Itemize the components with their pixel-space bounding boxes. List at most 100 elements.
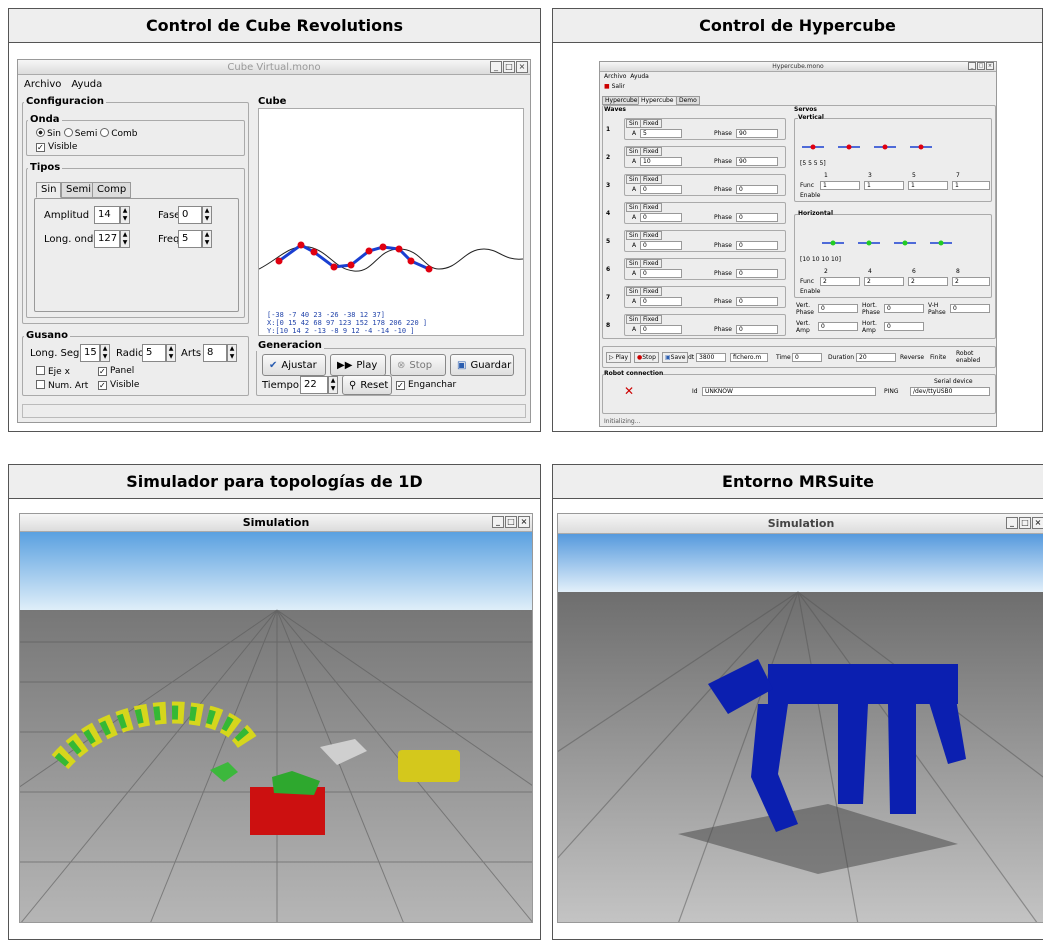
ajustar-button[interactable]: ✔ Ajustar [262,354,326,376]
wave-fixed-button[interactable]: Fixed [640,119,662,128]
v-func-input[interactable]: 1 [952,181,990,190]
wave-phase-input[interactable]: 0 [736,241,778,250]
freq-input[interactable]: 5 [178,230,202,248]
file-input[interactable]: fichero.m [730,353,768,362]
wave-a-input[interactable]: 0 [640,213,682,222]
maximize-button[interactable]: □ [1019,517,1031,529]
maximize-button[interactable]: □ [505,516,517,528]
long-seg-input[interactable]: 15 [80,344,100,362]
wave-a-input[interactable]: 0 [640,185,682,194]
hort-amp-input[interactable]: 0 [884,322,924,331]
fase-input[interactable]: 0 [178,206,202,224]
window-titlebar[interactable]: Hypercube.mono _ □ × [600,62,996,72]
3d-viewport[interactable] [20,532,532,922]
arts-input[interactable]: 8 [203,344,227,362]
enganchar-checkbox[interactable]: ✓ Enganchar [396,380,456,390]
tab-demo[interactable]: Demo [676,96,700,105]
ping-checkbox[interactable]: PING [884,388,899,395]
close-button[interactable]: × [986,62,994,70]
robot-enabled-checkbox[interactable]: Robot enabled [956,350,994,364]
duration-input[interactable]: 20 [856,353,896,362]
wave-sin-button[interactable]: Sin [626,203,642,212]
wave-phase-input[interactable]: 0 [736,325,778,334]
amplitud-input[interactable]: 14 [94,206,120,224]
wave-sin-button[interactable]: Sin [626,259,642,268]
menu-archivo[interactable]: Archivo [24,79,61,90]
dt-input[interactable]: 3800 [696,353,726,362]
fase-spin[interactable]: ▲ ▼ [202,206,212,224]
save-button[interactable]: ▣Save [662,352,689,363]
tiempo-spin[interactable]: ▲ ▼ [328,376,338,394]
vh-phase-input[interactable]: 0 [950,304,990,313]
reset-button[interactable]: ⚲ Reset [342,375,392,395]
minimize-button[interactable]: _ [492,516,504,528]
time-input[interactable]: 0 [792,353,822,362]
close-button[interactable]: × [1032,517,1043,529]
stop-button[interactable]: ●Stop [634,352,659,363]
wave-fixed-button[interactable]: Fixed [640,287,662,296]
v-func-input[interactable]: 1 [820,181,860,190]
menu-ayuda[interactable]: Ayuda [71,79,102,90]
menu-archivo[interactable]: Archivo [604,73,626,80]
vert-amp-input[interactable]: 0 [818,322,858,331]
tab-comp[interactable]: Comp [92,182,132,198]
minimize-button[interactable]: _ [490,61,502,73]
window-titlebar[interactable]: Simulation _ □ × [558,514,1043,534]
reverse-checkbox[interactable]: Reverse [900,354,924,361]
maximize-button[interactable]: □ [503,61,515,73]
long-onda-input[interactable]: 127 [94,230,120,248]
wave-sin-button[interactable]: Sin [626,287,642,296]
wave-fixed-button[interactable]: Fixed [640,147,662,156]
wave-sin-button[interactable]: Sin [626,315,642,324]
v-func-input[interactable]: 1 [908,181,948,190]
guardar-button[interactable]: ▣ Guardar [450,354,514,376]
minimize-button[interactable]: _ [968,62,976,70]
wave-sin-button[interactable]: Sin [626,231,642,240]
radio-comb[interactable]: Comb [100,128,137,139]
wave-phase-input[interactable]: 0 [736,185,778,194]
wave-phase-input[interactable]: 0 [736,297,778,306]
radio-spin[interactable]: ▲ ▼ [166,344,176,362]
tab-semi[interactable]: Semi [61,182,97,198]
h-func-input[interactable]: 2 [864,277,904,286]
wave-fixed-button[interactable]: Fixed [640,315,662,324]
wave-sin-button[interactable]: Sin [626,175,642,184]
long-seg-spin[interactable]: ▲ ▼ [100,344,110,362]
wave-a-input[interactable]: 0 [640,297,682,306]
h-func-input[interactable]: 2 [952,277,990,286]
h-func-input[interactable]: 2 [908,277,948,286]
eje-x-checkbox[interactable]: Eje x [36,366,70,377]
play-button[interactable]: ▶▶ Play [330,354,386,376]
wave-fixed-button[interactable]: Fixed [640,231,662,240]
wave-sin-button[interactable]: Sin [626,119,642,128]
visible-checkbox[interactable]: ✓ Visible [36,142,77,152]
vert-phase-input[interactable]: 0 [818,304,858,313]
close-button[interactable]: × [516,61,528,73]
3d-viewport[interactable] [558,534,1043,922]
minimize-button[interactable]: _ [1006,517,1018,529]
close-button[interactable]: × [518,516,530,528]
wave-phase-input[interactable]: 90 [736,129,778,138]
wave-a-input[interactable]: 0 [640,269,682,278]
amplitud-spin[interactable]: ▲ ▼ [120,206,130,224]
radio-input[interactable]: 5 [142,344,166,362]
wave-phase-input[interactable]: 0 [736,213,778,222]
play-button[interactable]: ▷ Play [606,352,632,363]
arts-spin[interactable]: ▲ ▼ [227,344,237,362]
maximize-button[interactable]: □ [977,62,985,70]
wave-a-input[interactable]: 10 [640,157,682,166]
menu-ayuda[interactable]: Ayuda [630,73,649,80]
tiempo-input[interactable]: 22 [300,376,328,394]
window-titlebar[interactable]: Cube Virtual.mono _ □ × [18,60,530,75]
wave-sin-button[interactable]: Sin [626,147,642,156]
freq-spin[interactable]: ▲ ▼ [202,230,212,248]
stop-button[interactable]: ⊗ Stop [390,354,446,376]
long-onda-spin[interactable]: ▲ ▼ [120,230,130,248]
hort-phase-input[interactable]: 0 [884,304,924,313]
wave-fixed-button[interactable]: Fixed [640,175,662,184]
radio-sin[interactable]: Sin [36,128,61,139]
salir-button[interactable]: ■ Salir [604,83,625,90]
num-art-checkbox[interactable]: Num. Art [36,380,88,391]
wave-a-input[interactable]: 0 [640,241,682,250]
wave-fixed-button[interactable]: Fixed [640,259,662,268]
